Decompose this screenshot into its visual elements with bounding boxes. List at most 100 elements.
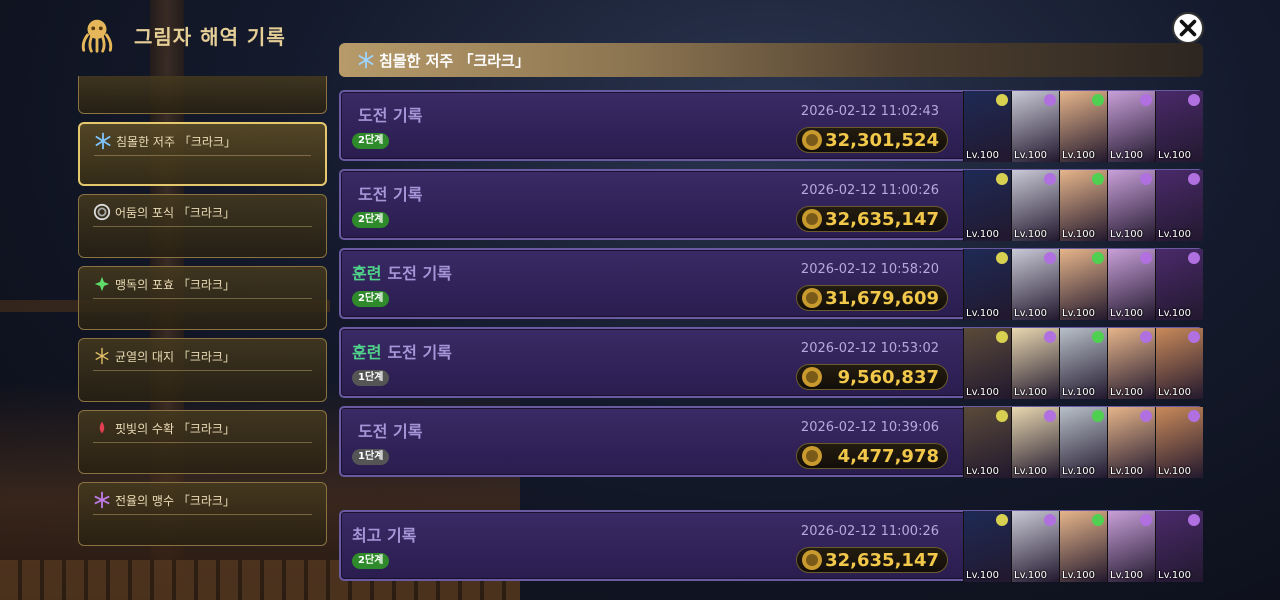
- stage-badge: 2단계: [352, 212, 390, 228]
- sidebar-item-thrill-beast[interactable]: 전율의 맹수 「크라크」: [78, 482, 327, 546]
- sidebar-item-sunken-curse[interactable]: 침몰한 저주 「크라크」: [78, 122, 327, 186]
- leaf-icon: [94, 276, 110, 292]
- sidebar-item-dark-feast[interactable]: 어둠의 포식 「크라크」: [78, 194, 327, 258]
- close-button[interactable]: [1172, 12, 1204, 44]
- hero-portrait: Lv.100: [1059, 170, 1107, 241]
- hero-portrait: Lv.100: [1011, 407, 1059, 478]
- hero-level: Lv.100: [1110, 308, 1143, 319]
- header: 그림자 해역 기록: [78, 16, 286, 54]
- hero-level: Lv.100: [1062, 570, 1095, 581]
- sidebar-item-label: 맹독의 포효 「크라크」: [115, 277, 235, 292]
- element-icon: [996, 331, 1008, 343]
- sidebar-item-label: 균열의 대지 「크라크」: [115, 349, 235, 364]
- stage-badge: 2단계: [352, 291, 390, 307]
- sidebar-item-venom-roar[interactable]: 맹독의 포효 「크라크」: [78, 266, 327, 330]
- hero-level: Lv.100: [1014, 150, 1047, 161]
- element-icon: [1188, 94, 1200, 106]
- hero-level: Lv.100: [966, 308, 999, 319]
- element-icon: [1092, 410, 1104, 422]
- record-title: 도전 기록: [358, 422, 423, 441]
- hero-team: Lv.100 Lv.100 Lv.100 Lv.100 Lv.100: [963, 91, 1203, 162]
- divider: [93, 442, 312, 443]
- hero-level: Lv.100: [1110, 570, 1143, 581]
- element-icon: [1140, 331, 1152, 343]
- element-icon: [1140, 410, 1152, 422]
- crown-medal-icon: [802, 209, 822, 229]
- record-date: 2026-02-12 10:58:20: [800, 262, 939, 277]
- divider: [93, 298, 312, 299]
- hero-portrait: Lv.100: [1107, 91, 1155, 162]
- element-icon: [1044, 331, 1056, 343]
- hero-portrait: Lv.100: [1155, 511, 1203, 582]
- hero-portrait: Lv.100: [963, 249, 1011, 320]
- hero-level: Lv.100: [1158, 466, 1191, 477]
- record-card[interactable]: 도전 기록 2단계 2026-02-12 11:02:43 32,301,524…: [339, 90, 1203, 162]
- record-date: 2026-02-12 10:53:02: [800, 341, 939, 356]
- boss-header: 침몰한 저주 「크라크」: [339, 43, 1203, 77]
- sidebar-item-label: 어둠의 포식 「크라크」: [115, 205, 235, 220]
- element-icon: [1092, 173, 1104, 185]
- page-title: 그림자 해역 기록: [134, 24, 286, 49]
- hero-level: Lv.100: [1110, 387, 1143, 398]
- hero-portrait: Lv.100: [1107, 328, 1155, 399]
- record-card[interactable]: 훈련 도전 기록 2단계 2026-02-12 10:58:20 31,679,6…: [339, 248, 1203, 320]
- divider: [94, 155, 311, 156]
- hero-level: Lv.100: [1062, 150, 1095, 161]
- hero-level: Lv.100: [1110, 229, 1143, 240]
- element-icon: [996, 252, 1008, 264]
- hero-level: Lv.100: [1014, 308, 1047, 319]
- element-icon: [1188, 173, 1200, 185]
- hero-portrait: Lv.100: [1107, 511, 1155, 582]
- hero-level: Lv.100: [966, 570, 999, 581]
- element-icon: [1140, 252, 1152, 264]
- octopus-icon: [81, 19, 113, 53]
- element-icon: [996, 173, 1008, 185]
- hero-team: Lv.100 Lv.100 Lv.100 Lv.100 Lv.100: [963, 511, 1203, 582]
- hero-level: Lv.100: [1014, 229, 1047, 240]
- element-icon: [1092, 331, 1104, 343]
- best-record-title: 최고 기록: [352, 526, 417, 545]
- sidebar-item-label: 침몰한 저주 「크라크」: [116, 134, 236, 149]
- hero-team: Lv.100 Lv.100 Lv.100 Lv.100 Lv.100: [963, 328, 1203, 399]
- close-icon: [1179, 19, 1197, 37]
- hero-portrait: Lv.100: [963, 511, 1011, 582]
- hero-portrait: Lv.100: [1107, 170, 1155, 241]
- hero-portrait: Lv.100: [1107, 407, 1155, 478]
- hero-portrait: Lv.100: [963, 170, 1011, 241]
- score-value: 32,635,147: [825, 549, 939, 571]
- crown-medal-icon: [802, 288, 822, 308]
- element-icon: [1140, 94, 1152, 106]
- hero-level: Lv.100: [1110, 466, 1143, 477]
- record-title: 훈련 도전 기록: [352, 343, 452, 362]
- hero-level: Lv.100: [1158, 387, 1191, 398]
- sidebar-item-blood-harvest[interactable]: 핏빛의 수확 「크라크」: [78, 410, 327, 474]
- hero-level: Lv.100: [1110, 150, 1143, 161]
- record-date: 2026-02-12 10:39:06: [800, 420, 939, 435]
- crown-medal-icon: [802, 550, 822, 570]
- divider: [93, 514, 312, 515]
- hero-level: Lv.100: [1158, 308, 1191, 319]
- lightning-icon: [94, 491, 110, 509]
- hero-portrait: Lv.100: [1011, 170, 1059, 241]
- hero-level: Lv.100: [1014, 570, 1047, 581]
- record-title: 도전 기록: [358, 185, 423, 204]
- score-value: 31,679,609: [825, 287, 939, 309]
- hero-portrait: Lv.100: [1155, 91, 1203, 162]
- sidebar-item-previous[interactable]: [78, 76, 327, 114]
- element-icon: [1140, 173, 1152, 185]
- element-icon: [996, 94, 1008, 106]
- hero-level: Lv.100: [1062, 387, 1095, 398]
- crown-medal-icon: [802, 130, 822, 150]
- hero-portrait: Lv.100: [1011, 328, 1059, 399]
- record-card[interactable]: 훈련 도전 기록 1단계 2026-02-12 10:53:02 9,560,83…: [339, 327, 1203, 399]
- record-title: 도전 기록: [358, 106, 423, 125]
- hero-portrait: Lv.100: [1011, 249, 1059, 320]
- record-card[interactable]: 도전 기록 1단계 2026-02-12 10:39:06 4,477,978 …: [339, 406, 1203, 478]
- sidebar-item-cracked-earth[interactable]: 균열의 대지 「크라크」: [78, 338, 327, 402]
- best-record-card[interactable]: 최고 기록 2단계 2026-02-12 11:00:26 32,635,147…: [339, 510, 1203, 582]
- stage-badge: 1단계: [352, 370, 390, 386]
- hero-level: Lv.100: [1158, 570, 1191, 581]
- hero-portrait: Lv.100: [1059, 407, 1107, 478]
- record-title: 훈련 도전 기록: [352, 264, 452, 283]
- record-card[interactable]: 도전 기록 2단계 2026-02-12 11:00:26 32,635,147…: [339, 169, 1203, 241]
